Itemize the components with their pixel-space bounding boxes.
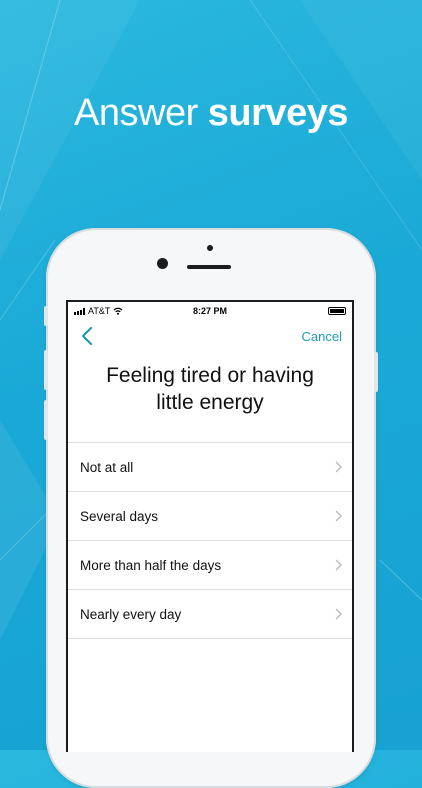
chevron-right-icon — [335, 559, 342, 571]
answer-option-label: More than half the days — [80, 557, 222, 573]
app-screen: AT&T 8:27 PM Cancel Feeling tired or hav… — [66, 300, 354, 752]
chevron-right-icon — [335, 608, 342, 620]
answer-option[interactable]: More than half the days — [68, 541, 352, 590]
phone-camera — [157, 258, 168, 269]
battery-icon — [328, 307, 346, 315]
back-chevron-icon[interactable] — [78, 324, 98, 348]
answer-option-label: Nearly every day — [80, 606, 182, 622]
phone-sensor — [207, 245, 213, 251]
chevron-right-icon — [335, 461, 342, 473]
question-text: Feeling tired or having little energy — [106, 364, 314, 414]
answer-option[interactable]: Not at all — [68, 443, 352, 492]
phone-power-button — [374, 352, 378, 392]
status-time: 8:27 PM — [192, 306, 227, 316]
headline-light: Answer — [74, 92, 198, 134]
answer-option[interactable]: Several days — [68, 492, 352, 541]
phone-volume-down — [44, 400, 48, 440]
status-bar: AT&T 8:27 PM — [68, 302, 352, 320]
headline-bold: surveys — [207, 92, 349, 134]
answer-list: Not at all Several days More than half t… — [68, 442, 352, 639]
answer-option[interactable]: Nearly every day — [68, 590, 352, 639]
answer-option-label: Not at all — [80, 459, 134, 475]
cancel-button[interactable]: Cancel — [302, 329, 342, 344]
nav-bar: Cancel — [68, 320, 352, 356]
answer-option-label: Several days — [80, 508, 159, 524]
headline: Answer surveys — [0, 92, 422, 135]
chevron-right-icon — [335, 510, 342, 522]
phone-speaker — [187, 265, 231, 269]
phone-volume-up — [44, 350, 48, 390]
phone-mute-switch — [44, 306, 48, 326]
